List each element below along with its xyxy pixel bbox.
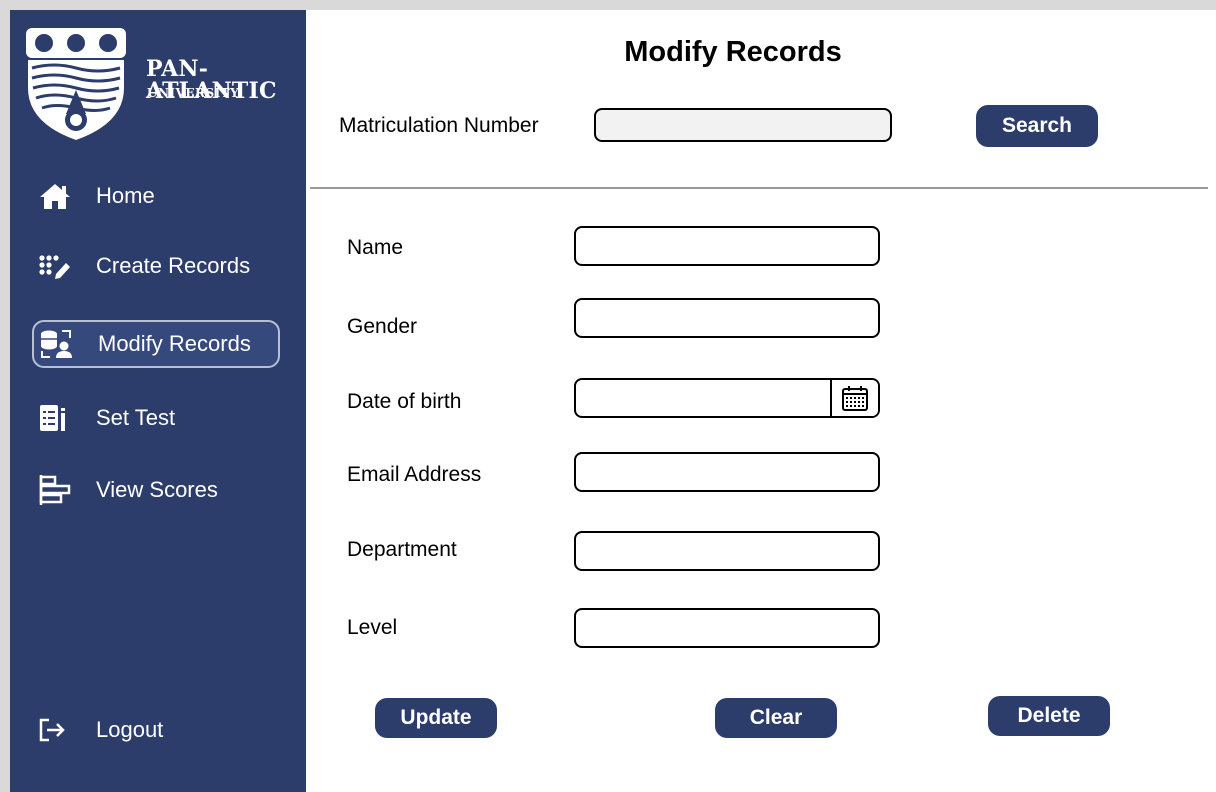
modify-records-icon [34, 328, 76, 360]
home-icon [32, 180, 74, 212]
delete-button[interactable]: Delete [988, 696, 1110, 736]
clear-button[interactable]: Clear [715, 698, 837, 738]
logout-label: Logout [96, 717, 164, 742]
gender-label: Gender [347, 315, 418, 338]
calendar-button[interactable] [830, 380, 878, 416]
sidebar-item-create-records[interactable]: Create Records [32, 242, 280, 290]
date-of-birth-picker [574, 378, 880, 418]
search-button[interactable]: Search [976, 105, 1098, 147]
section-divider [310, 187, 1208, 189]
app-window: PAN-ATLANTIC UNIVERSITY Home Create Reco… [10, 10, 1216, 792]
date-of-birth-field[interactable] [576, 380, 832, 416]
department-field[interactable] [574, 531, 880, 571]
name-label: Name [347, 236, 404, 259]
university-logo: PAN-ATLANTIC UNIVERSITY [26, 28, 296, 148]
sidebar-item-label: View Scores [96, 477, 218, 502]
department-label: Department [347, 538, 457, 561]
page-title: Modify Records [624, 36, 842, 68]
email-address-label: Email Address [347, 463, 482, 486]
date-of-birth-label: Date of birth [347, 390, 462, 413]
logout-icon [32, 714, 74, 746]
create-records-icon [32, 250, 74, 282]
sidebar-item-label: Create Records [96, 253, 251, 278]
sidebar-item-home[interactable]: Home [32, 172, 280, 220]
sidebar: PAN-ATLANTIC UNIVERSITY Home Create Reco… [10, 10, 306, 792]
sidebar-item-label: Set Test [96, 405, 176, 430]
email-address-field[interactable] [574, 452, 880, 492]
brand-subtitle: UNIVERSITY [147, 86, 240, 100]
matriculation-number-label: Matriculation Number [339, 114, 539, 137]
view-scores-icon [32, 474, 74, 506]
matriculation-number-input[interactable] [594, 108, 892, 142]
level-label: Level [347, 616, 398, 639]
update-button[interactable]: Update [375, 698, 497, 738]
sidebar-item-modify-records[interactable]: Modify Records [32, 320, 280, 368]
university-crest-icon [26, 28, 126, 140]
sidebar-item-view-scores[interactable]: View Scores [32, 466, 280, 514]
name-field[interactable] [574, 226, 880, 266]
calendar-icon [842, 386, 868, 411]
sidebar-item-label: Home [96, 183, 155, 208]
gender-field[interactable] [574, 298, 880, 338]
sidebar-item-set-test[interactable]: Set Test [32, 394, 280, 442]
logout-button[interactable]: Logout [32, 706, 280, 754]
sidebar-item-label: Modify Records [98, 331, 251, 356]
level-field[interactable] [574, 608, 880, 648]
set-test-icon [32, 402, 74, 434]
